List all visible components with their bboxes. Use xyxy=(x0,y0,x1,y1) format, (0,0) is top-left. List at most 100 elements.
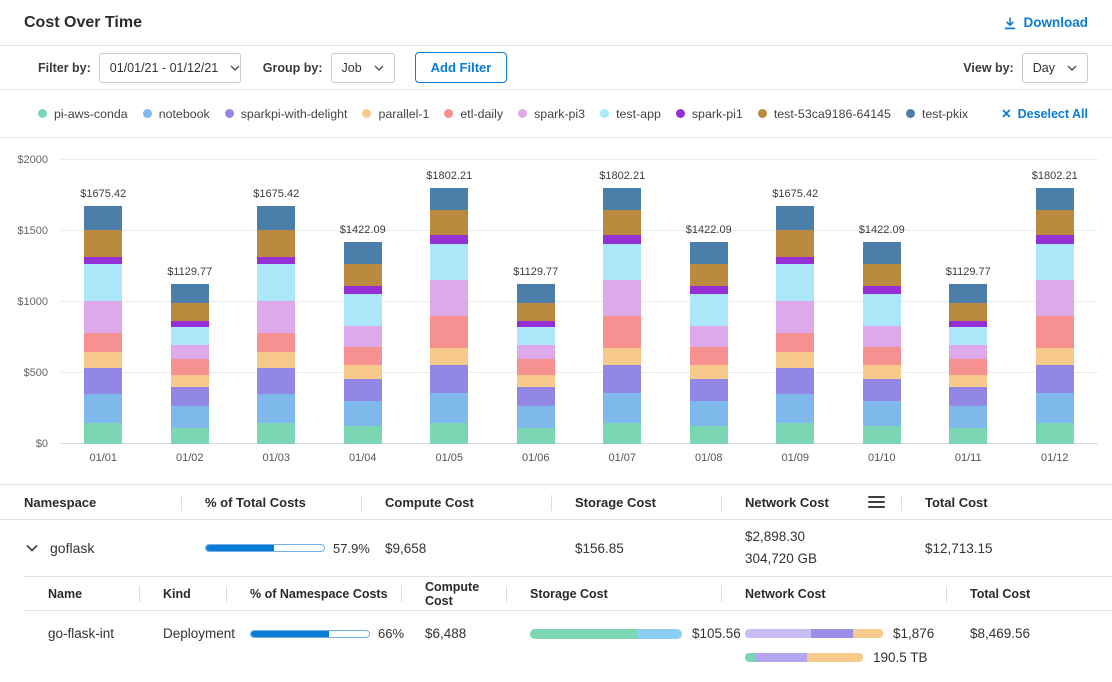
bar-segment-spark-pi3[interactable] xyxy=(517,345,555,358)
bar-segment-parallel-1[interactable] xyxy=(1036,348,1074,364)
bar-segment-notebook[interactable] xyxy=(171,406,209,428)
bar-segment-pi-aws-conda[interactable] xyxy=(430,423,468,444)
bar-segment-test-53ca9186-64145[interactable] xyxy=(863,264,901,287)
bar-segment-spark-pi3[interactable] xyxy=(949,345,987,358)
bar-segment-test-pkix[interactable] xyxy=(257,206,295,230)
bar-segment-spark-pi1[interactable] xyxy=(430,235,468,244)
column-header-network[interactable]: Network Cost xyxy=(721,485,901,519)
bar-segment-notebook[interactable] xyxy=(257,394,295,422)
bar-segment-notebook[interactable] xyxy=(430,393,468,423)
bar-segment-spark-pi1[interactable] xyxy=(84,257,122,265)
bar-segment-spark-pi3[interactable] xyxy=(776,301,814,334)
bar-segment-test-53ca9186-64145[interactable] xyxy=(344,264,382,287)
bar-segment-test-app[interactable] xyxy=(776,264,814,300)
bar-segment-notebook[interactable] xyxy=(603,393,641,423)
bar-segment-test-app[interactable] xyxy=(430,244,468,280)
workload-name-cell[interactable]: go-flask-int xyxy=(24,626,139,641)
bar-segment-test-53ca9186-64145[interactable] xyxy=(171,303,209,321)
bar-segment-parallel-1[interactable] xyxy=(84,352,122,368)
bar-segment-parallel-1[interactable] xyxy=(430,348,468,364)
bar-segment-test-53ca9186-64145[interactable] xyxy=(603,210,641,236)
date-range-select[interactable]: 01/01/21 - 01/12/21 xyxy=(99,53,241,83)
bar-segment-test-pkix[interactable] xyxy=(84,206,122,230)
bar-segment-pi-aws-conda[interactable] xyxy=(949,428,987,444)
bar-segment-test-pkix[interactable] xyxy=(171,284,209,304)
bar-segment-sparkpi-with-delight[interactable] xyxy=(430,365,468,393)
bar-segment-test-53ca9186-64145[interactable] xyxy=(257,230,295,256)
bar-segment-notebook[interactable] xyxy=(344,401,382,426)
sub-column-header-network[interactable]: Network Cost xyxy=(721,577,946,610)
legend-item-etl-daily[interactable]: etl-daily xyxy=(444,107,503,121)
bar-segment-test-app[interactable] xyxy=(171,327,209,345)
bar-segment-notebook[interactable] xyxy=(949,406,987,428)
bar-segment-etl-daily[interactable] xyxy=(517,359,555,375)
legend-item-notebook[interactable]: notebook xyxy=(143,107,210,121)
bar-segment-parallel-1[interactable] xyxy=(776,352,814,368)
bar-segment-parallel-1[interactable] xyxy=(171,375,209,387)
bar-segment-parallel-1[interactable] xyxy=(603,348,641,364)
bar-segment-test-pkix[interactable] xyxy=(863,242,901,264)
bar-segment-etl-daily[interactable] xyxy=(949,359,987,375)
bar-segment-sparkpi-with-delight[interactable] xyxy=(84,368,122,394)
bar-segment-pi-aws-conda[interactable] xyxy=(171,428,209,444)
legend-item-sparkpi-with-delight[interactable]: sparkpi-with-delight xyxy=(225,107,348,121)
bar-segment-parallel-1[interactable] xyxy=(517,375,555,387)
bar-segment-test-app[interactable] xyxy=(1036,244,1074,280)
bar-segment-parallel-1[interactable] xyxy=(690,365,728,379)
column-settings-icon[interactable] xyxy=(866,492,887,512)
bar-segment-sparkpi-with-delight[interactable] xyxy=(257,368,295,394)
column-header-storage[interactable]: Storage Cost xyxy=(551,485,721,519)
bar-segment-etl-daily[interactable] xyxy=(603,316,641,349)
bar-segment-test-app[interactable] xyxy=(257,264,295,300)
bar-segment-spark-pi3[interactable] xyxy=(84,301,122,334)
bar-segment-test-app[interactable] xyxy=(603,244,641,280)
bar-segment-pi-aws-conda[interactable] xyxy=(344,426,382,444)
bar-segment-test-pkix[interactable] xyxy=(949,284,987,304)
bar-segment-sparkpi-with-delight[interactable] xyxy=(517,387,555,405)
bar-segment-test-app[interactable] xyxy=(690,294,728,327)
bar-segment-etl-daily[interactable] xyxy=(690,347,728,364)
legend-item-spark-pi3[interactable]: spark-pi3 xyxy=(518,107,585,121)
column-header-pct-total[interactable]: % of Total Costs xyxy=(181,485,361,519)
bar-segment-parallel-1[interactable] xyxy=(863,365,901,379)
bar-segment-sparkpi-with-delight[interactable] xyxy=(171,387,209,405)
group-by-select[interactable]: Job xyxy=(331,53,395,83)
bar-segment-spark-pi3[interactable] xyxy=(863,326,901,347)
bar-segment-pi-aws-conda[interactable] xyxy=(517,428,555,444)
bar-segment-pi-aws-conda[interactable] xyxy=(257,423,295,444)
bar-segment-test-app[interactable] xyxy=(517,327,555,345)
bar-segment-test-53ca9186-64145[interactable] xyxy=(84,230,122,256)
collapse-row-button[interactable] xyxy=(26,544,38,552)
sub-column-header-pct-namespace[interactable]: % of Namespace Costs xyxy=(226,577,401,610)
bar-segment-etl-daily[interactable] xyxy=(776,333,814,351)
bar-segment-spark-pi1[interactable] xyxy=(863,286,901,293)
namespace-name[interactable]: goflask xyxy=(50,540,94,556)
bar-segment-notebook[interactable] xyxy=(690,401,728,426)
bar-segment-spark-pi3[interactable] xyxy=(430,280,468,316)
bar-segment-parallel-1[interactable] xyxy=(949,375,987,387)
bar-segment-sparkpi-with-delight[interactable] xyxy=(949,387,987,405)
bar-segment-test-53ca9186-64145[interactable] xyxy=(430,210,468,236)
bar-segment-pi-aws-conda[interactable] xyxy=(603,423,641,444)
bar-segment-spark-pi1[interactable] xyxy=(257,257,295,265)
bar-segment-spark-pi3[interactable] xyxy=(1036,280,1074,316)
bar-segment-test-pkix[interactable] xyxy=(517,284,555,304)
legend-item-test-app[interactable]: test-app xyxy=(600,107,661,121)
bar-segment-pi-aws-conda[interactable] xyxy=(863,426,901,444)
bar-segment-spark-pi1[interactable] xyxy=(1036,235,1074,244)
bar-segment-test-app[interactable] xyxy=(344,294,382,327)
legend-item-test-53ca9186-64145[interactable]: test-53ca9186-64145 xyxy=(758,107,891,121)
bar-segment-sparkpi-with-delight[interactable] xyxy=(603,365,641,393)
bar-segment-etl-daily[interactable] xyxy=(1036,316,1074,349)
bar-segment-sparkpi-with-delight[interactable] xyxy=(776,368,814,394)
view-by-select[interactable]: Day xyxy=(1022,53,1088,83)
bar-segment-test-53ca9186-64145[interactable] xyxy=(949,303,987,321)
bar-segment-test-pkix[interactable] xyxy=(776,206,814,230)
bar-segment-etl-daily[interactable] xyxy=(257,333,295,351)
bar-segment-notebook[interactable] xyxy=(517,406,555,428)
column-header-compute[interactable]: Compute Cost xyxy=(361,485,551,519)
sub-column-header-compute[interactable]: Compute Cost xyxy=(401,577,506,610)
bar-segment-sparkpi-with-delight[interactable] xyxy=(1036,365,1074,393)
legend-item-parallel-1[interactable]: parallel-1 xyxy=(362,107,429,121)
bar-segment-spark-pi3[interactable] xyxy=(257,301,295,334)
